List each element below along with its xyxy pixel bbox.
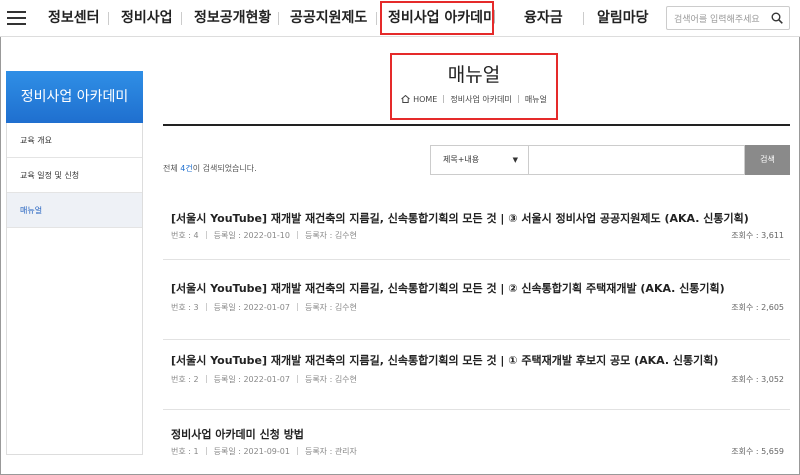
- hamburger-menu-icon[interactable]: [7, 11, 26, 25]
- list-item-meta: 번호 : 2 등록일 : 2022-01-07 등록자 : 김수현: [171, 375, 357, 384]
- page-title: 매뉴얼: [447, 64, 501, 86]
- nav-item-info-center[interactable]: 정보센터: [48, 0, 100, 37]
- nav-item-public-support[interactable]: 공공지원제도: [290, 0, 367, 37]
- caret-down-icon: ▼: [512, 156, 518, 164]
- breadcrumb: HOME 정비사업 아카데미 매뉴얼: [390, 94, 558, 105]
- list-item: 정비사업 아카데미 신청 방법 번호 : 1 등록일 : 2021-09-01 등록…: [163, 410, 790, 460]
- sidebar-item-education-overview[interactable]: 교육 개요: [7, 123, 142, 158]
- sidebar-item-manual[interactable]: 매뉴얼: [7, 193, 142, 228]
- list-item-views: 조회수 : 5,659: [731, 447, 784, 456]
- sidebar-menu: 교육 개요 교육 일정 및 신청 매뉴얼: [6, 123, 143, 455]
- nav-divider: [278, 12, 279, 25]
- search-query-input[interactable]: [529, 145, 745, 175]
- breadcrumb-divider: [517, 95, 519, 103]
- breadcrumb-home[interactable]: HOME: [413, 95, 437, 104]
- result-count: 전체 4건이 검색되었습니다.: [163, 164, 257, 173]
- list-item: [서울시 YouTube] 재개발 재건축의 지름길, 신속통합기획의 모든 것…: [163, 200, 790, 260]
- title-divider: [163, 124, 790, 126]
- nav-item-disclosure-status[interactable]: 정보공개현황: [194, 0, 271, 37]
- list-item-title[interactable]: 정비사업 아카데미 신청 방법: [171, 426, 304, 442]
- nav-item-notice[interactable]: 알림마당: [597, 0, 649, 37]
- nav-divider: [181, 12, 182, 25]
- breadcrumb-divider: [443, 95, 445, 103]
- list-item-views: 조회수 : 2,605: [731, 303, 784, 312]
- sidebar-item-education-schedule[interactable]: 교육 일정 및 신청: [7, 158, 142, 193]
- global-search-input[interactable]: [667, 9, 767, 31]
- list-item-meta: 번호 : 1 등록일 : 2021-09-01 등록자 : 관리자: [171, 447, 357, 456]
- search-icon[interactable]: [771, 12, 783, 24]
- list-item: [서울시 YouTube] 재개발 재건축의 지름길, 신속통합기획의 모든 것…: [163, 260, 790, 340]
- list-item: [서울시 YouTube] 재개발 재건축의 지름길, 신속통합기획의 모든 것…: [163, 340, 790, 410]
- list-item-title[interactable]: [서울시 YouTube] 재개발 재건축의 지름길, 신속통합기획의 모든 것…: [171, 210, 749, 226]
- list-item-meta: 번호 : 3 등록일 : 2022-01-07 등록자 : 김수현: [171, 303, 357, 312]
- search-field-select[interactable]: 제목+내용 ▼: [430, 145, 529, 175]
- nav-divider: [108, 12, 109, 25]
- list-item-meta: 번호 : 4 등록일 : 2022-01-10 등록자 : 김수현: [171, 231, 357, 240]
- sidebar-title: 정비사업 아카데미: [6, 71, 143, 123]
- top-navigation: 정보센터 정비사업 정보공개현황 공공지원제도 정비사업 아카데미 융자금 알림…: [0, 0, 800, 37]
- global-search: [666, 6, 790, 31]
- nav-item-loan[interactable]: 융자금: [524, 0, 563, 37]
- list-item-views: 조회수 : 3,611: [731, 231, 784, 240]
- breadcrumb-academy[interactable]: 정비사업 아카데미: [450, 95, 511, 104]
- list-item-views: 조회수 : 3,052: [731, 375, 784, 384]
- home-icon: [401, 95, 410, 103]
- nav-item-maintenance-project[interactable]: 정비사업: [121, 0, 173, 37]
- list-item-title[interactable]: [서울시 YouTube] 재개발 재건축의 지름길, 신속통합기획의 모든 것…: [171, 352, 718, 368]
- nav-active-highlight: [380, 1, 494, 35]
- search-field-select-value: 제목+내용: [443, 155, 480, 164]
- result-count-number: 4건: [180, 164, 193, 173]
- list-item-title[interactable]: [서울시 YouTube] 재개발 재건축의 지름길, 신속통합기획의 모든 것…: [171, 280, 725, 296]
- nav-divider: [376, 12, 377, 25]
- nav-divider: [583, 12, 584, 25]
- breadcrumb-current: 매뉴얼: [524, 95, 547, 104]
- search-button[interactable]: 검색: [745, 145, 790, 175]
